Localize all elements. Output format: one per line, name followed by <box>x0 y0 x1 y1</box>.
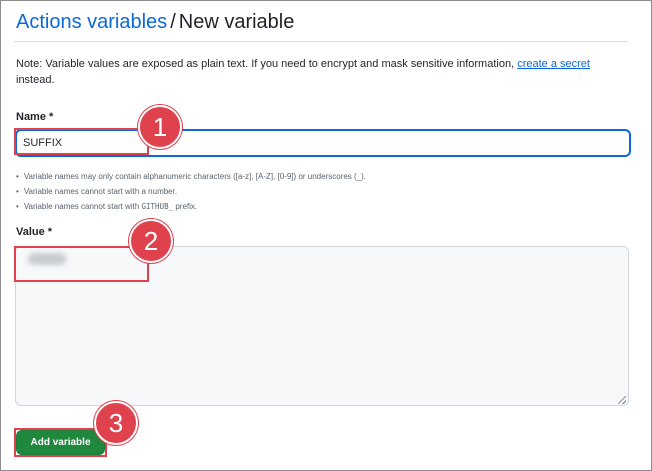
github-prefix-code: GITHUB_ <box>141 202 174 211</box>
step-3-badge: 3 <box>94 401 138 445</box>
breadcrumb-actions-variables-link[interactable]: Actions variables <box>16 11 167 33</box>
page-header: Actions variables / New variable <box>16 8 294 36</box>
value-textarea[interactable] <box>15 246 629 406</box>
plain-text-note: Note: Variable values are exposed as pla… <box>16 56 626 88</box>
page-title: New variable <box>178 11 295 33</box>
rule-prefix-text: Variable names cannot start with <box>23 202 142 211</box>
name-rules-list: Variable names may only contain alphanum… <box>16 169 366 214</box>
name-rule-no-github-prefix: Variable names cannot start with GITHUB_… <box>16 199 366 214</box>
step-2-badge: 2 <box>129 219 173 263</box>
create-secret-link[interactable]: create a secret <box>517 58 590 70</box>
name-input[interactable] <box>15 129 631 157</box>
add-variable-button[interactable]: Add variable <box>16 430 105 455</box>
textarea-resize-handle[interactable] <box>618 396 626 404</box>
breadcrumb-separator: / <box>170 11 176 33</box>
name-label: Name * <box>16 111 54 123</box>
note-suffix: instead. <box>16 74 55 86</box>
name-rule-no-leading-number: Variable names cannot start with a numbe… <box>16 184 366 199</box>
value-label: Value * <box>16 226 53 238</box>
header-divider <box>14 41 628 42</box>
note-text: Note: Variable values are exposed as pla… <box>16 58 518 70</box>
rule-suffix-text: prefix. <box>173 202 198 211</box>
step-1-badge: 1 <box>138 105 182 149</box>
redacted-value <box>28 253 66 265</box>
name-rule-allowed-chars: Variable names may only contain alphanum… <box>16 169 366 184</box>
